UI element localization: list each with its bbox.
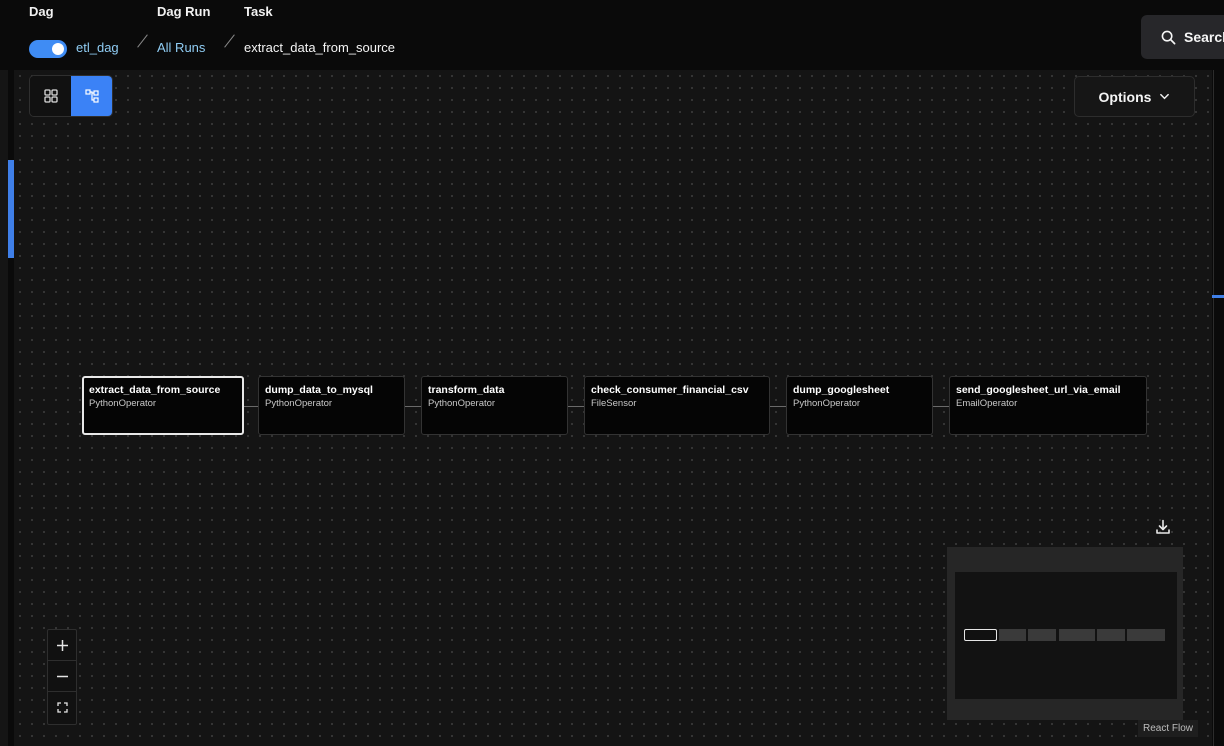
search-button[interactable]: Search xyxy=(1141,15,1224,59)
breadcrumb-task-label: Task xyxy=(244,4,273,19)
task-node-operator: PythonOperator xyxy=(265,398,333,409)
minimap-node xyxy=(999,629,1026,641)
zoom-out-button[interactable] xyxy=(48,661,76,692)
download-image-button[interactable] xyxy=(1152,516,1174,538)
zoom-in-button[interactable] xyxy=(48,630,76,661)
task-node-check-consumer-financial-csv[interactable]: check_consumer_financial_csv FileSensor xyxy=(584,376,770,435)
breadcrumb-dag-label: Dag xyxy=(29,4,54,19)
breadcrumb-task-value: extract_data_from_source xyxy=(244,40,396,55)
minimap-node xyxy=(1028,629,1056,641)
right-rail-divider xyxy=(1213,70,1214,746)
graph-icon xyxy=(84,89,99,103)
task-node-name: dump_data_to_mysql xyxy=(265,384,373,396)
right-rail-indicator xyxy=(1212,295,1224,298)
minimap-node xyxy=(964,629,997,641)
breadcrumb-separator xyxy=(224,34,235,48)
task-node-name: transform_data xyxy=(428,384,505,396)
task-node-operator: FileSensor xyxy=(591,398,637,409)
graph-view-button[interactable] xyxy=(71,76,112,116)
header-breadcrumb: Dag etl_dag Dag Run All Runs Task extrac… xyxy=(0,0,1224,70)
task-node-dump-data-to-mysql[interactable]: dump_data_to_mysql PythonOperator xyxy=(258,376,405,435)
app-root: Dag etl_dag Dag Run All Runs Task extrac… xyxy=(0,0,1224,746)
fit-view-icon xyxy=(56,702,68,713)
minimap-node xyxy=(1059,629,1095,641)
task-node-name: extract_data_from_source xyxy=(89,384,221,396)
task-node-operator: EmailOperator xyxy=(956,398,1018,409)
breadcrumb-dag-run-label: Dag Run xyxy=(157,4,211,19)
react-flow-attribution[interactable]: React Flow xyxy=(1138,720,1199,737)
options-button[interactable]: Options xyxy=(1074,76,1195,117)
task-node-operator: PythonOperator xyxy=(793,398,861,409)
dag-edge xyxy=(405,406,421,407)
search-icon xyxy=(1161,30,1176,44)
breadcrumb-separator xyxy=(137,34,148,48)
task-node-operator: PythonOperator xyxy=(89,398,157,409)
task-node-transform-data[interactable]: transform_data PythonOperator xyxy=(421,376,568,435)
plus-icon xyxy=(56,639,68,651)
grid-icon xyxy=(43,89,58,103)
minus-icon xyxy=(56,675,68,677)
task-node-send-googlesheet-url-via-email[interactable]: send_googlesheet_url_via_email EmailOper… xyxy=(949,376,1147,435)
task-node-name: check_consumer_financial_csv xyxy=(591,384,749,396)
dag-edge xyxy=(933,406,949,407)
chevron-down-icon xyxy=(1160,93,1170,100)
dag-pause-toggle[interactable] xyxy=(29,40,67,58)
zoom-controls xyxy=(47,629,77,725)
minimap[interactable] xyxy=(947,547,1183,720)
fit-view-button[interactable] xyxy=(48,692,76,723)
dag-edge xyxy=(244,406,258,407)
minimap-node xyxy=(1097,629,1125,641)
search-label: Search xyxy=(1184,29,1224,45)
minimap-viewport xyxy=(955,572,1177,699)
graph-canvas[interactable]: Options extract_data_from_source PythonO… xyxy=(14,70,1212,746)
left-rail xyxy=(0,70,8,746)
options-label: Options xyxy=(1098,88,1152,105)
task-node-name: send_googlesheet_url_via_email xyxy=(956,384,1121,396)
task-node-extract-data-from-source[interactable]: extract_data_from_source PythonOperator xyxy=(82,376,244,435)
download-icon xyxy=(1156,519,1170,534)
breadcrumb-dag-link[interactable]: etl_dag xyxy=(76,40,119,55)
breadcrumb-dag-run-link[interactable]: All Runs xyxy=(157,40,205,55)
task-node-name: dump_googlesheet xyxy=(793,384,890,396)
toggle-knob xyxy=(52,43,64,55)
view-mode-toggle xyxy=(29,75,113,117)
task-node-operator: PythonOperator xyxy=(428,398,496,409)
minimap-node xyxy=(1127,629,1165,641)
dag-edge xyxy=(770,406,786,407)
dag-edge xyxy=(568,406,584,407)
grid-view-button[interactable] xyxy=(30,76,71,116)
task-node-dump-googlesheet[interactable]: dump_googlesheet PythonOperator xyxy=(786,376,933,435)
